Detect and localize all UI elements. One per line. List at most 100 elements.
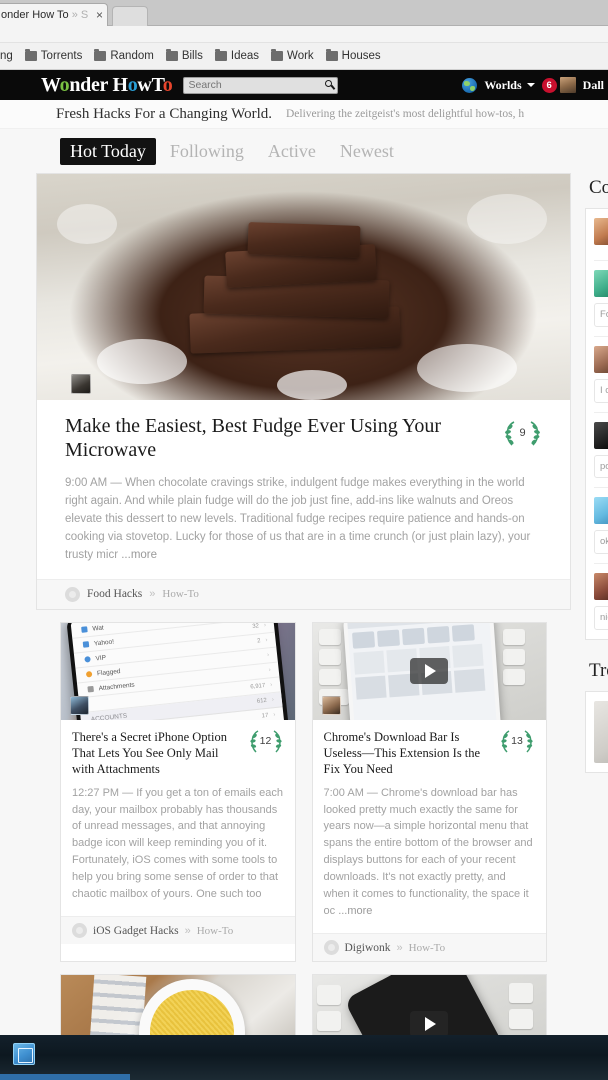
article-type-link[interactable]: How-To bbox=[197, 925, 234, 937]
bookmark-label: Bills bbox=[181, 50, 203, 62]
bookmark-item[interactable]: Work bbox=[265, 48, 320, 64]
avatar[interactable] bbox=[594, 497, 608, 525]
search-input[interactable] bbox=[188, 79, 334, 91]
article-card[interactable]: Chrome's Download Bar Is Useless—This Ex… bbox=[311, 621, 547, 963]
header-right-group: Worlds 6 Dall bbox=[462, 70, 608, 100]
site-header: Wonder HowTo Worlds 6 Dall bbox=[0, 70, 608, 100]
article-grid: Wat› Yahoo!32› VIP2› Flagged› Attachment… bbox=[36, 621, 571, 963]
bookmark-item[interactable]: ng bbox=[0, 48, 19, 64]
bookmark-label: Random bbox=[110, 50, 154, 62]
folder-icon bbox=[325, 49, 338, 61]
play-icon[interactable] bbox=[410, 1010, 449, 1035]
article-thumbnail[interactable] bbox=[312, 975, 546, 1035]
article-thumbnail[interactable]: Wat› Yahoo!32› VIP2› Flagged› Attachment… bbox=[61, 622, 295, 720]
bookmark-item[interactable]: Torrents bbox=[19, 48, 89, 64]
hero-article-excerpt: 9:00 AM — When chocolate cravings strike… bbox=[65, 476, 531, 562]
tagline-main: Fresh Hacks For a Changing World. bbox=[56, 105, 272, 122]
article-thumbnail[interactable] bbox=[312, 622, 546, 720]
notification-badge[interactable]: 6 bbox=[541, 77, 557, 93]
category-link[interactable]: iOS Gadget Hacks bbox=[93, 925, 179, 937]
bookmark-label: ng bbox=[0, 50, 13, 62]
folder-icon bbox=[94, 49, 107, 61]
article-type-link[interactable]: How-To bbox=[409, 942, 446, 954]
site-logo[interactable]: Wonder HowTo bbox=[41, 75, 173, 95]
tab-newest[interactable]: Newest bbox=[330, 138, 404, 165]
browser-tab[interactable]: onder How To » S × bbox=[0, 3, 108, 26]
author-avatar[interactable] bbox=[71, 374, 91, 394]
comments-box: Fo an cre (so I c my fo po of nu ok th T… bbox=[585, 208, 608, 640]
bookmarks-bar: ng Torrents Random Bills Ideas Work Hous… bbox=[0, 43, 608, 70]
hero-card-footer: Food Hacks » How-To bbox=[37, 578, 570, 609]
hero-card-body: Make the Easiest, Best Fudge Ever Using … bbox=[37, 400, 570, 569]
fudge-photo-subject bbox=[172, 222, 422, 372]
tab-hot-today[interactable]: Hot Today bbox=[60, 138, 156, 165]
comment-text: nic bbox=[594, 606, 608, 630]
bookmark-item[interactable]: Random bbox=[88, 48, 159, 64]
play-icon[interactable] bbox=[410, 658, 449, 685]
avatar[interactable] bbox=[594, 218, 608, 245]
article-card[interactable]: Wat› Yahoo!32› VIP2› Flagged› Attachment… bbox=[60, 621, 296, 963]
tab-following[interactable]: Following bbox=[160, 138, 254, 165]
article-thumbnail[interactable] bbox=[61, 975, 295, 1035]
comment-text: ok th To bbox=[594, 530, 608, 555]
page-body: Hot Today Following Active Newest Make t… bbox=[0, 129, 608, 1035]
bookmark-item[interactable]: Ideas bbox=[209, 48, 265, 64]
category-avatar bbox=[65, 586, 80, 602]
user-name-label[interactable]: Dall bbox=[583, 78, 604, 93]
tagline-bar: Fresh Hacks For a Changing World. Delive… bbox=[0, 100, 608, 129]
laurel-badge-icon: 9 bbox=[499, 418, 546, 448]
hero-article-card[interactable]: Make the Easiest, Best Fudge Ever Using … bbox=[36, 173, 571, 610]
new-tab-button[interactable] bbox=[112, 6, 148, 26]
trending-box bbox=[585, 690, 608, 773]
more-link[interactable]: ...more bbox=[338, 905, 372, 917]
avatar[interactable] bbox=[594, 421, 608, 449]
category-avatar bbox=[323, 940, 339, 956]
comment-item[interactable] bbox=[594, 218, 608, 261]
more-link[interactable]: ...more bbox=[121, 549, 157, 561]
comment-item[interactable]: I c my fo bbox=[594, 345, 608, 413]
comment-text: Fo an cre (so bbox=[594, 303, 608, 327]
article-card[interactable] bbox=[60, 974, 296, 1035]
bookmark-item[interactable]: Bills bbox=[160, 48, 209, 64]
sidebar-comments-heading: Co bbox=[589, 177, 608, 198]
author-avatar[interactable] bbox=[70, 695, 89, 715]
avatar[interactable] bbox=[559, 77, 576, 93]
bookmark-item[interactable]: Houses bbox=[320, 48, 387, 64]
article-card-footer: Digiwonk » How-To bbox=[312, 933, 546, 962]
comment-item[interactable]: Fo an cre (so bbox=[594, 270, 608, 337]
browser-toolbar bbox=[0, 26, 608, 43]
bookmark-label: Torrents bbox=[40, 50, 83, 62]
trending-thumbnail[interactable] bbox=[594, 700, 608, 763]
article-excerpt: 7:00 AM — Chrome's download bar has look… bbox=[323, 786, 533, 918]
comment-text: po of nu bbox=[594, 454, 608, 479]
desktop-app-icon[interactable] bbox=[13, 1043, 35, 1065]
sidebar: Co Fo an cre (so I c my fo po of nu bbox=[585, 173, 608, 1035]
category-link[interactable]: Digiwonk bbox=[345, 942, 391, 954]
avatar[interactable] bbox=[594, 573, 608, 601]
globe-icon[interactable] bbox=[462, 77, 478, 93]
comment-item[interactable]: ok th To bbox=[594, 497, 608, 565]
folder-icon bbox=[165, 49, 178, 61]
close-icon[interactable]: × bbox=[96, 9, 103, 21]
article-type-link[interactable]: How-To bbox=[162, 588, 199, 600]
worlds-menu-label[interactable]: Worlds bbox=[484, 78, 521, 93]
hero-article-title[interactable]: Make the Easiest, Best Fudge Ever Using … bbox=[65, 414, 546, 463]
comment-item[interactable]: nic bbox=[594, 573, 608, 630]
hero-image[interactable] bbox=[37, 174, 570, 400]
chevron-down-icon[interactable] bbox=[526, 83, 535, 87]
separator: » bbox=[396, 941, 403, 954]
category-link[interactable]: Food Hacks bbox=[87, 588, 142, 600]
separator: » bbox=[149, 588, 156, 601]
folder-icon bbox=[271, 49, 284, 61]
separator: » bbox=[184, 924, 191, 937]
article-card[interactable] bbox=[311, 974, 547, 1035]
author-avatar[interactable] bbox=[321, 695, 341, 715]
avatar[interactable] bbox=[594, 345, 608, 373]
content-columns: Make the Easiest, Best Fudge Ever Using … bbox=[0, 173, 608, 1035]
search-box[interactable] bbox=[183, 76, 339, 94]
tab-active[interactable]: Active bbox=[258, 138, 326, 165]
bookmark-label: Ideas bbox=[230, 50, 260, 62]
avatar[interactable] bbox=[594, 270, 608, 297]
comment-item[interactable]: po of nu bbox=[594, 421, 608, 489]
spaghetti-squash-photo bbox=[61, 975, 295, 1035]
